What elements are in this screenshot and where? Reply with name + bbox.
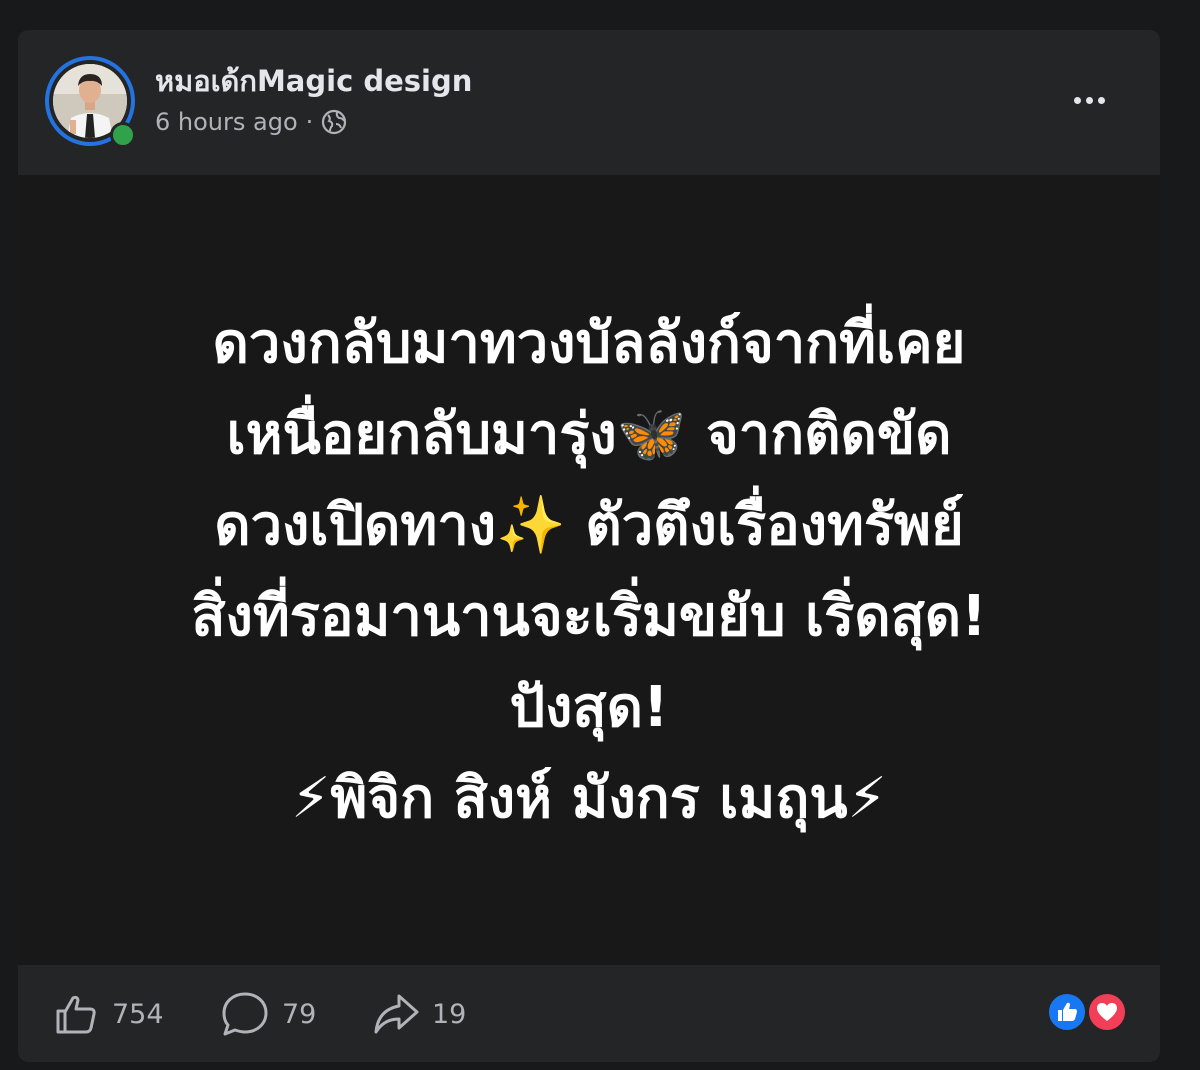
reaction-summary[interactable] [1046, 991, 1136, 1035]
comment-bubble-icon [220, 990, 270, 1038]
thumbs-up-icon [52, 990, 100, 1038]
post-body-line: ดวงกลับมาทวงบัลลังก์จากที่เคย [212, 311, 966, 376]
like-reaction-icon [1046, 991, 1088, 1033]
share-button[interactable]: 19 [372, 989, 466, 1039]
meta-separator: · [305, 108, 314, 136]
globe-icon[interactable] [321, 109, 347, 135]
post-body-line: ปังสุด! [509, 675, 669, 740]
post-body-line: สิ่งที่รอมานานจะเริ่มขยับ เริ่ดสุด! [191, 584, 987, 649]
like-button[interactable]: 754 [52, 989, 164, 1039]
share-count: 19 [432, 998, 467, 1030]
post-body: ดวงกลับมาทวงบัลลังก์จากที่เคย เหนื่อยกลั… [18, 298, 1160, 844]
share-arrow-icon [372, 990, 420, 1038]
post-timestamp[interactable]: 6 hours ago [155, 108, 298, 136]
online-status-indicator [110, 122, 136, 148]
more-options-icon[interactable] [1064, 85, 1114, 115]
post-body-line: เหนื่อยกลับมารุ่ง🦋 จากติดขัด [226, 402, 952, 467]
post-body-line: ดวงเปิดทาง✨ ตัวตึงเรื่องทรัพย์ [214, 493, 964, 558]
post-card: หมอเด้กMagic design 6 hours ago · ดวงกลั… [18, 30, 1160, 1062]
post-actions-bar: 754 79 19 [18, 965, 1160, 1062]
comment-count: 79 [282, 998, 317, 1030]
post-author-name[interactable]: หมอเด้กMagic design [155, 58, 472, 104]
post-meta: 6 hours ago · [155, 108, 347, 136]
love-reaction-icon [1086, 991, 1128, 1033]
like-count: 754 [112, 998, 164, 1030]
comment-button[interactable]: 79 [220, 989, 316, 1039]
post-header: หมอเด้กMagic design 6 hours ago · [18, 30, 1160, 175]
post-body-line: ⚡พิจิก สิงห์ มังกร เมถุน⚡ [291, 766, 887, 831]
